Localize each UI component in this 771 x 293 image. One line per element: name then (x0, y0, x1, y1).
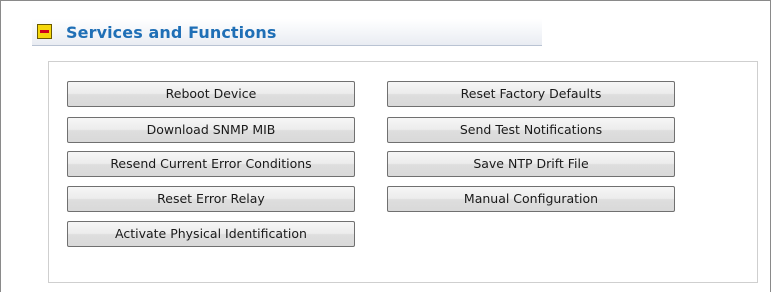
section-title: Services and Functions (66, 23, 277, 42)
collapse-toggle-minus-icon[interactable] (37, 24, 52, 39)
section-header: Services and Functions (32, 19, 542, 46)
reset-error-relay-button[interactable]: Reset Error Relay (67, 186, 355, 212)
download-snmp-mib-button[interactable]: Download SNMP MIB (67, 117, 355, 143)
page-frame: Services and Functions Reboot Device Dow… (0, 0, 771, 292)
activate-physical-identification-button[interactable]: Activate Physical Identification (67, 221, 355, 247)
reboot-device-button[interactable]: Reboot Device (67, 81, 355, 107)
reset-factory-defaults-button[interactable]: Reset Factory Defaults (387, 81, 675, 107)
send-test-notifications-button[interactable]: Send Test Notifications (387, 117, 675, 143)
save-ntp-drift-file-button[interactable]: Save NTP Drift File (387, 151, 675, 177)
services-panel: Reboot Device Download SNMP MIB Resend C… (48, 61, 758, 283)
manual-configuration-button[interactable]: Manual Configuration (387, 186, 675, 212)
minus-icon (40, 30, 49, 33)
resend-current-error-conditions-button[interactable]: Resend Current Error Conditions (67, 151, 355, 177)
